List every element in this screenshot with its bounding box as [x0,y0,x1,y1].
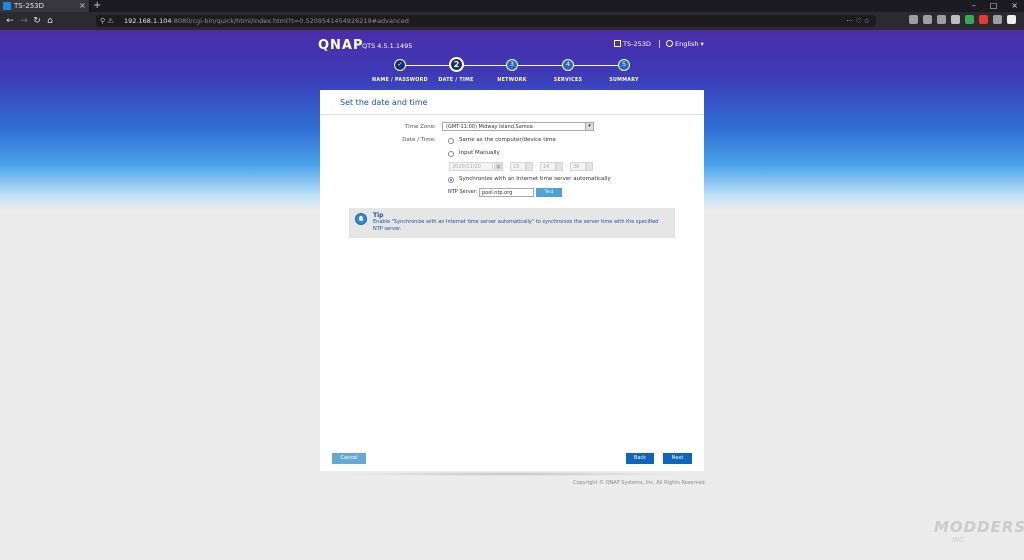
manual-date-input[interactable]: 2020/11/20 [449,162,493,171]
menu-icon[interactable] [1007,15,1016,24]
watermark-logo: MODDERS [934,518,1024,536]
step-2-active: 2 [449,57,464,72]
lightbulb-icon [355,213,367,225]
manual-hour-input[interactable]: 15 [510,162,526,171]
timezone-label: Time Zone: [404,124,436,130]
minute-spinner[interactable] [556,162,563,171]
language-selector[interactable]: English ▾ [666,40,704,48]
extension-red-icon[interactable] [979,15,988,24]
globe-icon [666,40,673,47]
step-4: 4 [562,59,574,71]
option-sync-label: Synchronize with an Internet time server… [459,176,611,182]
step-3: 3 [506,59,518,71]
browser-tab[interactable]: TS-253D × [0,0,90,12]
watermark-logo-sub: INC. [952,536,967,544]
account-icon[interactable] [937,15,946,24]
timezone-select[interactable]: (GMT-11:00) Midway Island,Samoa ▾ [442,122,594,131]
qnap-favicon-icon [3,2,11,10]
cancel-button[interactable]: Cancel [332,453,366,464]
maximize-icon[interactable]: □ [990,0,998,12]
qts-version: QTS 4.5.1.1495 [362,42,413,50]
url-text: 192.168.1.104:8080/cgi-bin/quick/html/in… [124,17,409,25]
close-window-icon[interactable]: × [1011,0,1018,12]
ntp-server-label: NTP Server: [448,189,478,195]
copyright-text: Copyright © QNAP Systems, Inc. All Right… [573,480,707,486]
card-shadow [336,472,688,476]
extension-gray-icon[interactable] [993,15,1002,24]
option-manual-label: Input Manually [459,150,500,156]
tip-text: Enable "Synchronize with an Internet tim… [373,219,659,232]
site-info-icon[interactable]: ⚲ ⚠ [100,15,114,27]
time-colon: : [565,163,567,169]
qnap-logo: QNAP [318,38,364,53]
minimize-icon[interactable]: – [972,0,976,12]
ntp-server-input[interactable]: pool.ntp.org [479,188,534,197]
second-spinner[interactable] [586,162,593,171]
sidebar-icon[interactable] [923,15,932,24]
test-button[interactable]: Test [536,188,562,197]
nas-device-icon [614,40,621,47]
step-1-done-icon: ✓ [394,59,406,71]
tab-close-icon[interactable]: × [79,0,86,12]
browser-toolbar: ← → ↻ ⌂ ⚲ ⚠ 192.168.1.104:8080/cgi-bin/q… [0,12,1024,30]
extension-icons [909,15,1016,24]
manual-second-input[interactable]: 36 [570,162,586,171]
manual-minute-input[interactable]: 14 [540,162,556,171]
page-actions-icon[interactable]: ··· ♡ ☆ [846,15,870,27]
device-name: TS-253D [614,40,651,48]
browser-tabbar: TS-253D × + – □ × [0,0,1024,12]
home-icon[interactable]: ⌂ [44,15,56,27]
wizard-card: Set the date and time Time Zone: (GMT-11… [320,90,704,471]
new-tab-button[interactable]: + [93,0,101,12]
step-5: 5 [618,59,630,71]
hour-spinner[interactable] [526,162,533,171]
window-controls: – □ × [972,0,1018,12]
time-colon: : [535,163,537,169]
step-5-label: SUMMARY [609,78,639,83]
radio-sync-internet[interactable] [448,177,454,183]
back-button[interactable]: Back [626,453,654,464]
header-separator: | [658,39,661,48]
title-divider [320,114,704,115]
reload-icon[interactable]: ↻ [31,15,43,27]
back-arrow-icon[interactable]: ← [4,15,16,27]
library-icon[interactable] [909,15,918,24]
forward-arrow-icon[interactable]: → [18,15,30,27]
radio-input-manually[interactable] [448,151,454,157]
option-same-label: Same as the computer/device time [459,137,556,143]
tip-title: Tip [373,212,384,219]
tip-box: Tip Enable "Synchronize with an Internet… [349,208,675,238]
tab-title: TS-253D [14,2,44,10]
extension-icon[interactable] [951,15,960,24]
datetime-label: Date / Time: [402,137,436,143]
chevron-down-icon[interactable]: ▾ [585,123,593,130]
page-title: Set the date and time [340,98,428,107]
extension-green-icon[interactable] [965,15,974,24]
next-button[interactable]: Next [663,453,692,464]
address-bar[interactable]: ⚲ ⚠ 192.168.1.104:8080/cgi-bin/quick/htm… [96,15,876,27]
radio-same-as-computer[interactable] [448,138,454,144]
calendar-icon[interactable]: ▦ [494,162,503,171]
